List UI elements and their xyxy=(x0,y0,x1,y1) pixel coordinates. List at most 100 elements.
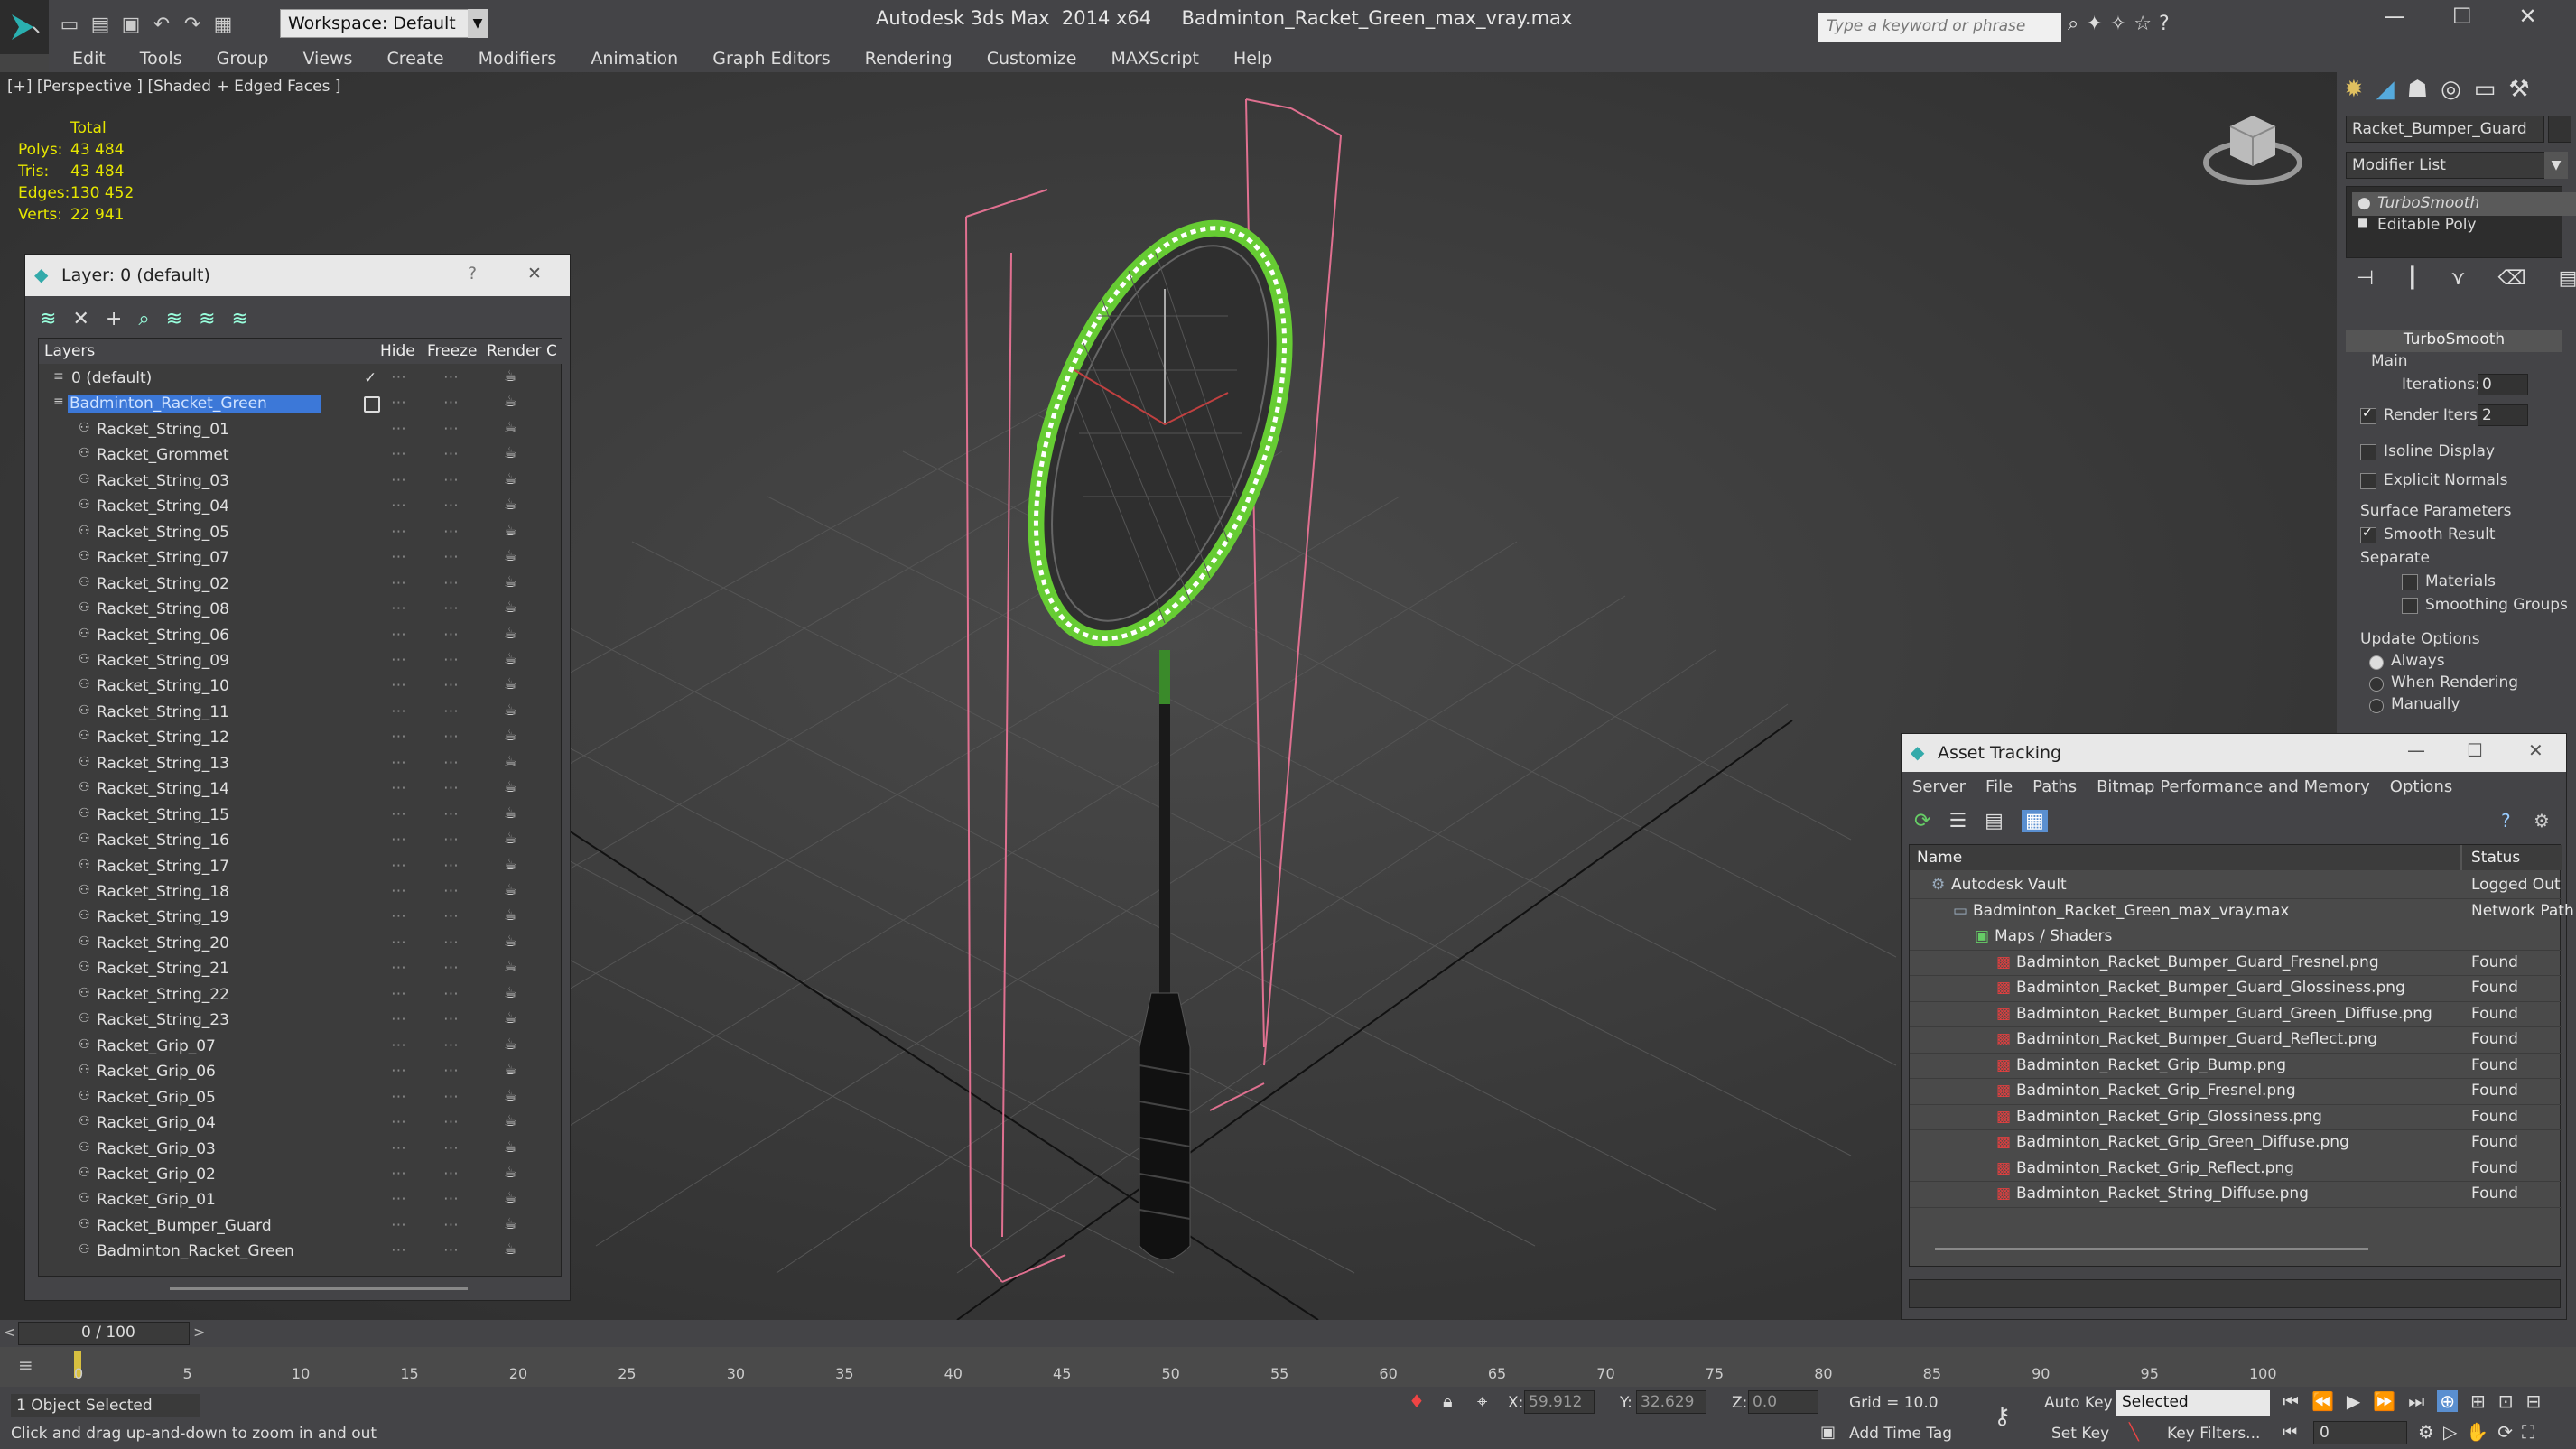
hide-toggle-icon[interactable]: ⋯ xyxy=(391,1113,406,1131)
hide-toggle-icon[interactable]: ⋯ xyxy=(391,1088,406,1106)
render-teapot-icon[interactable]: ☕︎ xyxy=(504,522,517,540)
render-iters-spinner[interactable]: 2 xyxy=(2478,404,2528,426)
asset-row[interactable]: ▩ Badminton_Racket_Bumper_Guard_Reflect.p… xyxy=(1910,1026,2562,1054)
hide-toggle-icon[interactable]: ⋯ xyxy=(391,805,406,823)
freeze-toggle-icon[interactable]: ⋯ xyxy=(443,702,459,720)
favorites-star-icon[interactable]: ☆ xyxy=(2134,13,2152,42)
y-coordinate-field[interactable]: 32.629 xyxy=(1636,1390,1706,1414)
save-file-icon[interactable]: ▣ xyxy=(117,11,144,38)
list-view-icon[interactable]: ☰ xyxy=(1948,810,1967,832)
layer-row[interactable]: ⚇ Racket_Grip_07 ⋯ ⋯ ☕︎ xyxy=(39,1034,563,1060)
render-teapot-icon[interactable]: ☕︎ xyxy=(504,753,517,771)
select-objects-icon[interactable]: ⌕ xyxy=(138,308,149,330)
column-divider[interactable] xyxy=(2460,845,2462,870)
hide-toggle-icon[interactable]: ⋯ xyxy=(391,779,406,797)
show-end-result-icon[interactable]: ┃ xyxy=(2406,267,2418,290)
freeze-toggle-icon[interactable]: ⋯ xyxy=(443,523,459,541)
asset-row[interactable]: ▣ Maps / Shaders xyxy=(1910,924,2562,951)
asset-row[interactable]: ⚙ Autodesk Vault Logged Out xyxy=(1910,872,2562,899)
active-layer-check-icon[interactable]: ✓ xyxy=(364,369,377,387)
motion-tab-icon[interactable]: ◎ xyxy=(2441,76,2461,103)
menu-views[interactable]: Views xyxy=(302,49,352,69)
menu-help[interactable]: Help xyxy=(1233,49,1272,69)
menu-modifiers[interactable]: Modifiers xyxy=(479,49,557,69)
play-icon[interactable]: ▶ xyxy=(2347,1390,2360,1412)
turbosmooth-rollout-header[interactable]: TurboSmooth xyxy=(2346,330,2562,352)
layer-row[interactable]: ⚇ Racket_String_07 ⋯ ⋯ ☕︎ xyxy=(39,545,563,571)
hide-toggle-icon[interactable]: ⋯ xyxy=(391,676,406,694)
add-time-tag-button[interactable]: Add Time Tag xyxy=(1849,1425,1952,1443)
freeze-toggle-icon[interactable]: ⋯ xyxy=(443,497,459,515)
render-teapot-icon[interactable]: ☕︎ xyxy=(504,906,517,924)
hide-toggle-icon[interactable]: ⋯ xyxy=(391,985,406,1003)
hide-toggle-icon[interactable]: ⋯ xyxy=(391,471,406,489)
set-current-layer-icon[interactable] xyxy=(364,396,380,413)
hide-toggle-icon[interactable]: ⋯ xyxy=(391,651,406,669)
chevron-down-icon[interactable]: ▼ xyxy=(468,9,488,38)
z-coordinate-field[interactable]: 0.0 xyxy=(1748,1390,1818,1414)
settings-icon[interactable]: ⚙ xyxy=(2534,810,2550,831)
undo-icon[interactable]: ↶ xyxy=(148,11,175,38)
layer-row[interactable]: ≡ 0 (default) ✓ ⋯ ⋯ ☕︎ xyxy=(39,366,563,392)
layer-row[interactable]: ⚇ Racket_Grip_05 ⋯ ⋯ ☕︎ xyxy=(39,1085,563,1111)
freeze-toggle-icon[interactable]: ⋯ xyxy=(443,1216,459,1234)
asset-row[interactable]: ▩ Badminton_Racket_Grip_Reflect.png Found xyxy=(1910,1156,2562,1182)
render-teapot-icon[interactable]: ☕︎ xyxy=(504,984,517,1002)
layer-row[interactable]: ≡ Badminton_Racket_Green ⋯ ⋯ ☕︎ xyxy=(39,391,563,417)
make-unique-icon[interactable]: ⋎ xyxy=(2450,267,2465,290)
render-teapot-icon[interactable]: ☕︎ xyxy=(504,393,517,411)
render-teapot-icon[interactable]: ☕︎ xyxy=(504,367,517,385)
layer-row[interactable]: ⚇ Racket_String_04 ⋯ ⋯ ☕︎ xyxy=(39,494,563,520)
modify-tab-icon[interactable]: ◢ xyxy=(2376,76,2395,103)
freeze-toggle-icon[interactable]: ⋯ xyxy=(443,368,459,386)
menu-file[interactable]: File xyxy=(1985,777,2013,796)
display-tab-icon[interactable]: ▭ xyxy=(2474,76,2497,103)
help-icon[interactable]: ? xyxy=(2501,810,2511,831)
key-mode-toggle-icon[interactable]: ⏮ xyxy=(2283,1423,2297,1442)
layer-row[interactable]: ⚇ Racket_String_14 ⋯ ⋯ ☕︎ xyxy=(39,776,563,803)
layer-row[interactable]: ⚇ Racket_String_21 ⋯ ⋯ ☕︎ xyxy=(39,956,563,982)
asset-row[interactable]: ▩ Badminton_Racket_Grip_Green_Diffuse.png… xyxy=(1910,1129,2562,1156)
hide-toggle-icon[interactable]: ⋯ xyxy=(391,599,406,618)
key-mode-icon[interactable]: ╲ xyxy=(2129,1423,2139,1442)
freeze-toggle-icon[interactable]: ⋯ xyxy=(443,420,459,438)
field-of-view-icon[interactable]: ▷ xyxy=(2443,1421,2457,1443)
modifier-list-dropdown[interactable]: Modifier List xyxy=(2346,152,2566,179)
hide-toggle-icon[interactable]: ⋯ xyxy=(391,368,406,386)
render-teapot-icon[interactable]: ☕︎ xyxy=(504,625,517,643)
maximize-icon[interactable]: ☐ xyxy=(2467,739,2483,761)
layer-scrollbar[interactable] xyxy=(170,1287,468,1290)
hide-toggle-icon[interactable]: ⋯ xyxy=(391,1036,406,1054)
render-teapot-icon[interactable]: ☕︎ xyxy=(504,1087,517,1105)
orbit-icon[interactable]: ⟳ xyxy=(2497,1421,2513,1443)
freeze-toggle-icon[interactable]: ⋯ xyxy=(443,857,459,875)
layer-row[interactable]: ⚇ Racket_String_08 ⋯ ⋯ ☕︎ xyxy=(39,597,563,623)
asset-scrollbar[interactable] xyxy=(1935,1248,2368,1250)
object-name-field[interactable]: Racket_Bumper_Guard xyxy=(2346,116,2544,143)
freeze-toggle-icon[interactable]: ⋯ xyxy=(443,933,459,952)
hide-toggle-icon[interactable]: ⋯ xyxy=(391,959,406,977)
hide-toggle-icon[interactable]: ⋯ xyxy=(391,907,406,925)
subscription-icon[interactable]: ✦ xyxy=(2086,13,2102,42)
create-tab-icon[interactable]: ✹ xyxy=(2344,76,2364,103)
freeze-toggle-icon[interactable]: ⋯ xyxy=(443,471,459,489)
next-key-icon[interactable]: ⏩ xyxy=(2373,1390,2395,1412)
hide-toggle-icon[interactable]: ⋯ xyxy=(391,702,406,720)
freeze-toggle-icon[interactable]: ⋯ xyxy=(443,1036,459,1054)
asset-row[interactable]: ▩ Badminton_Racket_String_Diffuse.png Foun… xyxy=(1910,1181,2562,1208)
menu-options[interactable]: Options xyxy=(2390,777,2452,796)
key-filters-button[interactable]: Key Filters... xyxy=(2167,1425,2260,1443)
freeze-toggle-icon[interactable]: ⋯ xyxy=(443,574,459,592)
render-teapot-icon[interactable]: ☕︎ xyxy=(504,1215,517,1233)
menu-animation[interactable]: Animation xyxy=(591,49,678,69)
chevron-down-icon[interactable]: ▼ xyxy=(2544,152,2568,179)
lock-icon[interactable]: 🔒︎ xyxy=(1443,1390,1453,1412)
layer-row[interactable]: ⚇ Racket_String_22 ⋯ ⋯ ☕︎ xyxy=(39,982,563,1008)
asset-row[interactable]: ▩ Badminton_Racket_Bumper_Guard_Green_Dif… xyxy=(1910,1001,2562,1027)
hide-toggle-icon[interactable]: ⋯ xyxy=(391,728,406,746)
x-coordinate-field[interactable]: 59.912 xyxy=(1524,1390,1595,1414)
render-teapot-icon[interactable]: ☕︎ xyxy=(504,599,517,617)
when-rendering-radio[interactable] xyxy=(2369,677,2384,692)
pin-stack-icon[interactable]: ⊣ xyxy=(2357,267,2374,290)
render-teapot-icon[interactable]: ☕︎ xyxy=(504,727,517,745)
